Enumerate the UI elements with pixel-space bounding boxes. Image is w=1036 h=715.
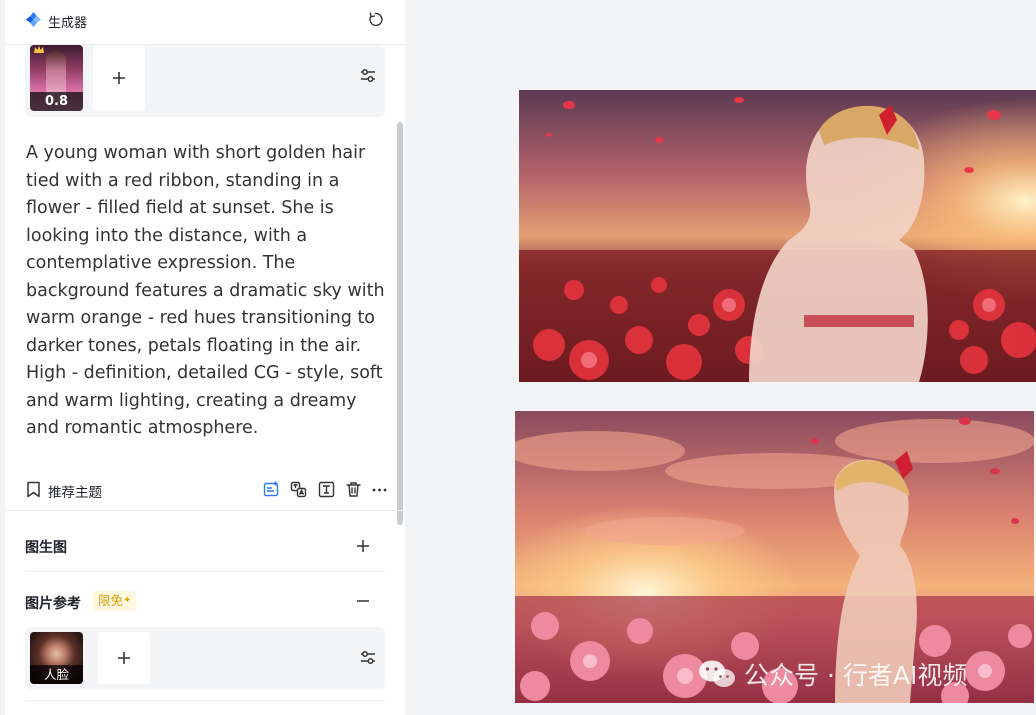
section-divider [25, 700, 385, 701]
bookmark-icon [27, 481, 40, 498]
trash-icon[interactable] [345, 481, 362, 498]
sparkle-icon: ✦ [123, 595, 132, 606]
free-badge-text: 限免 [98, 593, 124, 608]
expand-icon[interactable] [318, 481, 335, 498]
prompt-text[interactable]: A young woman with short golden hair tie… [26, 140, 388, 443]
more-icon[interactable] [371, 481, 388, 498]
img2img-section-title[interactable]: 图生图 [25, 537, 67, 557]
face-reference-card: 人脸 [25, 627, 385, 689]
panel-header: 生成器 [5, 0, 405, 45]
free-badge: 限免✦ [93, 591, 137, 611]
image-reference-section-title[interactable]: 图片参考 [25, 593, 81, 613]
watermark-text: 公众号 · 行者AI视频 [744, 661, 968, 690]
generator-panel: 生成器 0.8 A young woman with short golden … [5, 0, 405, 715]
reference-weight: 0.8 [30, 92, 83, 111]
reference-thumbnail[interactable]: 0.8 [30, 45, 83, 111]
ai-edit-icon[interactable] [263, 481, 280, 498]
prompt-action-bar: 推荐主题 [25, 478, 388, 502]
reference-image-card: 0.8 [25, 45, 385, 117]
wechat-icon [699, 660, 735, 687]
add-reference-button[interactable] [93, 45, 145, 111]
crown-icon [34, 45, 44, 53]
generator-logo-icon [25, 11, 42, 28]
add-face-button[interactable] [98, 632, 150, 684]
face-label: 人脸 [30, 665, 83, 684]
refresh-icon[interactable] [367, 11, 384, 28]
face-thumbnail[interactable]: 人脸 [30, 632, 83, 684]
adjust-sliders-icon[interactable] [359, 67, 377, 85]
recommend-topic-button[interactable]: 推荐主题 [48, 481, 102, 501]
section-divider [25, 571, 385, 572]
page-title: 生成器 [48, 16, 88, 31]
watermark: 公众号 · 行者AI视频 [698, 656, 967, 692]
translate-icon[interactable] [290, 481, 307, 498]
adjust-sliders-icon[interactable] [359, 649, 377, 667]
plus-icon [118, 652, 130, 664]
plus-icon [113, 72, 125, 84]
minus-icon[interactable] [356, 594, 370, 608]
prompt-scrollbar[interactable] [397, 122, 403, 525]
plus-icon[interactable] [356, 539, 370, 553]
section-divider [5, 510, 405, 511]
generated-image-1[interactable] [519, 90, 1036, 382]
